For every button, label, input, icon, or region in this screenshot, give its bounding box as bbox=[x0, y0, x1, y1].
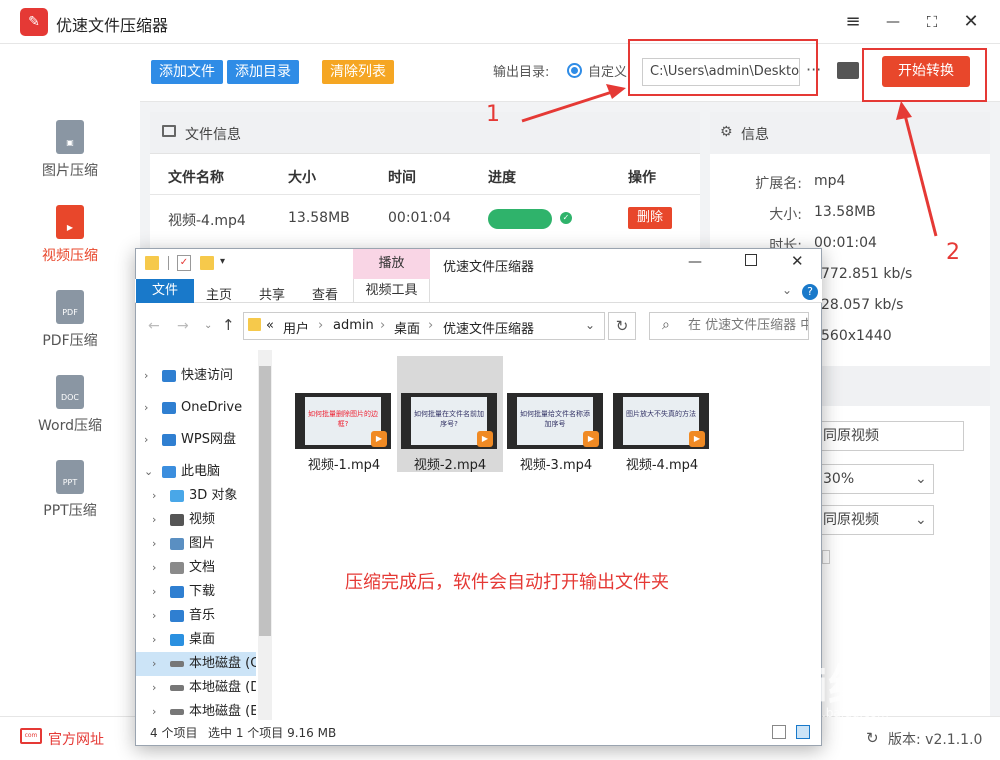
annotation-arrow-2 bbox=[903, 114, 938, 237]
annotation-arrows bbox=[521, 84, 938, 237]
annotation-arrowhead-1 bbox=[606, 84, 626, 99]
watermark-url: jingyan.baidu.com bbox=[778, 706, 889, 720]
watermark: Bai经验 bbox=[750, 661, 917, 712]
annotation-arrowhead-2 bbox=[896, 101, 912, 120]
annotation-number-2: 2 bbox=[946, 240, 960, 265]
annotation-arrow-1 bbox=[521, 90, 613, 123]
annotation-number-1: 1 bbox=[486, 102, 500, 127]
